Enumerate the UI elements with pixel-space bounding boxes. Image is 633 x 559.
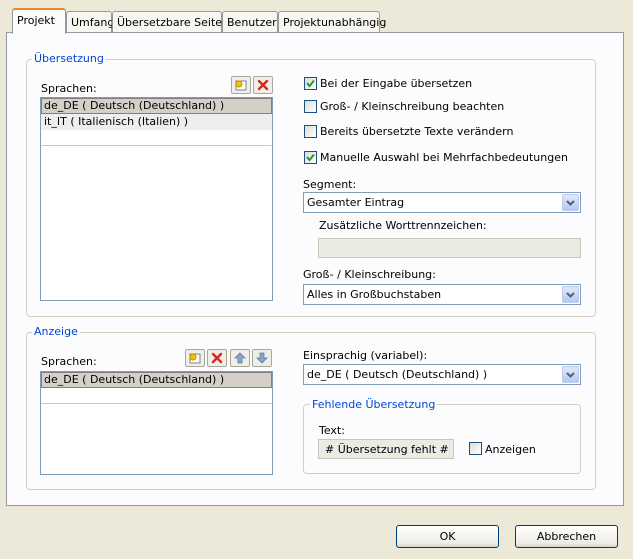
ok-button[interactable]: OK [396, 525, 499, 548]
checkbox-match-case[interactable] [304, 100, 317, 113]
tab-umfang[interactable]: Umfang [66, 11, 115, 33]
tab-label: Umfang [71, 16, 115, 29]
dropdown-arrow-icon [566, 291, 575, 298]
cancel-button[interactable]: Abbrechen [515, 525, 618, 548]
missing-text-value: # Übersetzung fehlt # [325, 443, 449, 456]
checkbox-label: Bereits übersetzte Texte verändern [320, 125, 514, 138]
translation-languages-list[interactable]: de_DE ( Deutsch (Deutschland) ) it_IT ( … [40, 97, 273, 301]
checkmark-icon [306, 79, 315, 88]
checkbox-label: Manuelle Auswahl bei Mehrfachbedeutungen [320, 151, 568, 164]
separators-label: Zusätzliche Worttrennzeichen: [319, 219, 487, 232]
tab-benutzer[interactable]: Benutzer [222, 11, 278, 33]
dropdown-arrow-icon [566, 371, 575, 378]
chevron-down-icon[interactable] [562, 286, 579, 303]
mono-value: de_DE ( Deutsch (Deutschland) ) [307, 368, 488, 381]
add-display-language-button[interactable] [185, 349, 205, 367]
list-item[interactable]: de_DE ( Deutsch (Deutschland) ) [41, 98, 272, 114]
delete-language-button[interactable] [253, 76, 273, 94]
segment-select[interactable]: Gesamter Eintrag [303, 192, 581, 213]
case-value: Alles in Großbuchstaben [307, 288, 442, 301]
checkbox-translate-on-input[interactable] [304, 77, 317, 90]
segment-label: Segment: [303, 178, 357, 191]
list-item[interactable]: de_DE ( Deutsch (Deutschland) ) [41, 372, 272, 388]
add-language-button[interactable] [231, 76, 251, 94]
missing-text-label: Text: [319, 424, 345, 437]
move-up-button[interactable] [230, 349, 250, 367]
tab-label: Benutzer [227, 16, 277, 29]
chevron-down-icon[interactable] [562, 194, 579, 211]
separators-field[interactable] [318, 238, 581, 258]
checkbox-modify-translated[interactable] [304, 125, 317, 138]
delete-display-language-button[interactable] [207, 349, 227, 367]
checkbox-label: Groß- / Kleinschreibung beachten [320, 100, 505, 113]
display-languages-label: Sprachen: [41, 355, 97, 368]
mono-select[interactable]: de_DE ( Deutsch (Deutschland) ) [303, 364, 581, 385]
checkbox-label: Bei der Eingabe übersetzen [320, 77, 473, 90]
mono-label: Einsprachig (variabel): [303, 349, 428, 362]
tab-label: Projekt [17, 14, 55, 27]
list-item-empty [41, 388, 272, 404]
case-select[interactable]: Alles in Großbuchstaben [303, 284, 581, 305]
delete-icon [211, 352, 223, 364]
new-item-icon [235, 80, 247, 90]
case-label: Groß- / Kleinschreibung: [303, 268, 436, 281]
tab-label: Übersetzbare Seiten [117, 16, 230, 29]
missing-text-field[interactable]: # Übersetzung fehlt # [318, 439, 454, 459]
display-languages-list[interactable]: de_DE ( Deutsch (Deutschland) ) [40, 371, 273, 475]
move-up-icon [234, 352, 246, 364]
tab-projektunabhaengig[interactable]: Projektunabhängig [278, 11, 386, 33]
checkbox-show-missing[interactable] [469, 442, 482, 455]
display-group-title: Anzeige [32, 325, 80, 338]
translation-languages-label: Sprachen: [41, 82, 97, 95]
move-down-icon [256, 352, 268, 364]
tab-projekt[interactable]: Projekt [12, 8, 66, 34]
checkbox-label: Anzeigen [485, 443, 536, 456]
list-item[interactable]: it_IT ( Italienisch (Italien) ) [41, 114, 272, 130]
new-item-icon [189, 353, 201, 363]
checkbox-manual-choice[interactable] [304, 151, 317, 164]
list-item-empty [41, 130, 272, 146]
tab-label: Projektunabhängig [283, 16, 387, 29]
dropdown-arrow-icon [566, 199, 575, 206]
delete-icon [257, 79, 269, 91]
move-down-button[interactable] [252, 349, 272, 367]
checkmark-icon [306, 153, 315, 162]
tab-uebersetzbare-seiten[interactable]: Übersetzbare Seiten [112, 11, 229, 33]
segment-value: Gesamter Eintrag [307, 196, 405, 209]
chevron-down-icon[interactable] [562, 366, 579, 383]
translation-group-title: Übersetzung [32, 52, 106, 65]
missing-translation-title: Fehlende Übersetzung [310, 398, 438, 411]
